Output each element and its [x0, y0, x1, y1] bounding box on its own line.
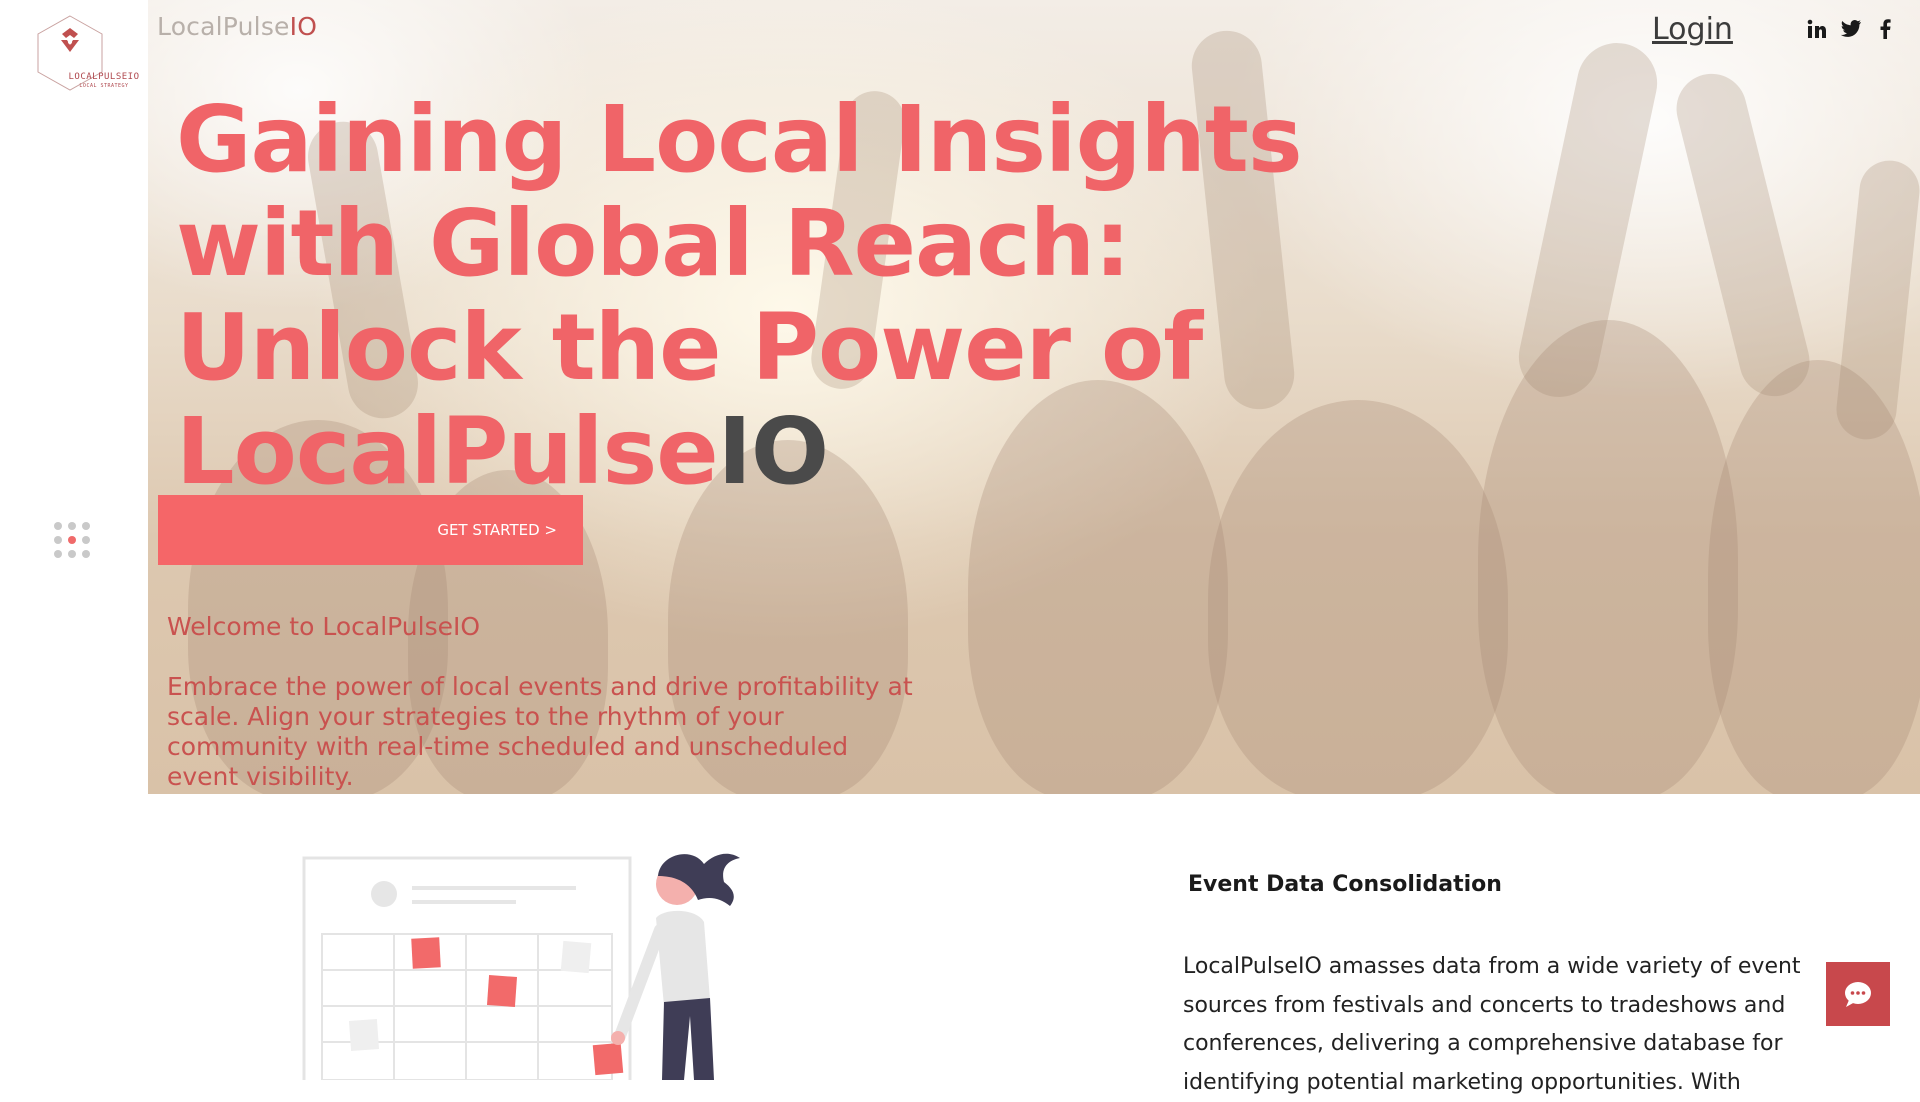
hero-headline: Gaining Local Insights with Global Reach…: [176, 88, 1496, 504]
brand-name[interactable]: LocalPulseIO: [157, 12, 317, 41]
linkedin-icon[interactable]: [1806, 18, 1828, 40]
sidebar: LOCALPULSEIO LOCAL STRATEGY: [0, 0, 148, 1080]
welcome-heading: Welcome to LocalPulseIO: [167, 612, 481, 641]
brand-name-main: LocalPulse: [157, 12, 290, 41]
logo-subtext: LOCAL STRATEGY: [79, 83, 129, 89]
get-started-button[interactable]: GET STARTED >: [158, 495, 583, 565]
brand-name-suffix: IO: [289, 12, 318, 41]
facebook-icon[interactable]: [1874, 18, 1896, 40]
chat-bubble-icon: [1845, 982, 1871, 1007]
logo-text: LOCALPULSEIO: [68, 72, 140, 82]
login-link[interactable]: Login: [1652, 12, 1733, 47]
brand-logo[interactable]: LOCALPULSEIO LOCAL STRATEGY: [34, 14, 139, 92]
chat-button[interactable]: [1826, 962, 1890, 1026]
intro-paragraph: Embrace the power of local events and dr…: [167, 672, 913, 791]
feature-title: Event Data Consolidation: [1188, 872, 1502, 897]
social-links: [1806, 18, 1896, 40]
hero-headline-suffix: IO: [717, 398, 829, 505]
dots-menu-icon[interactable]: [54, 522, 90, 558]
calendar-illustration: [300, 840, 780, 1100]
feature-description: LocalPulseIO amasses data from a wide va…: [1183, 954, 1801, 1095]
twitter-icon[interactable]: [1840, 18, 1862, 40]
